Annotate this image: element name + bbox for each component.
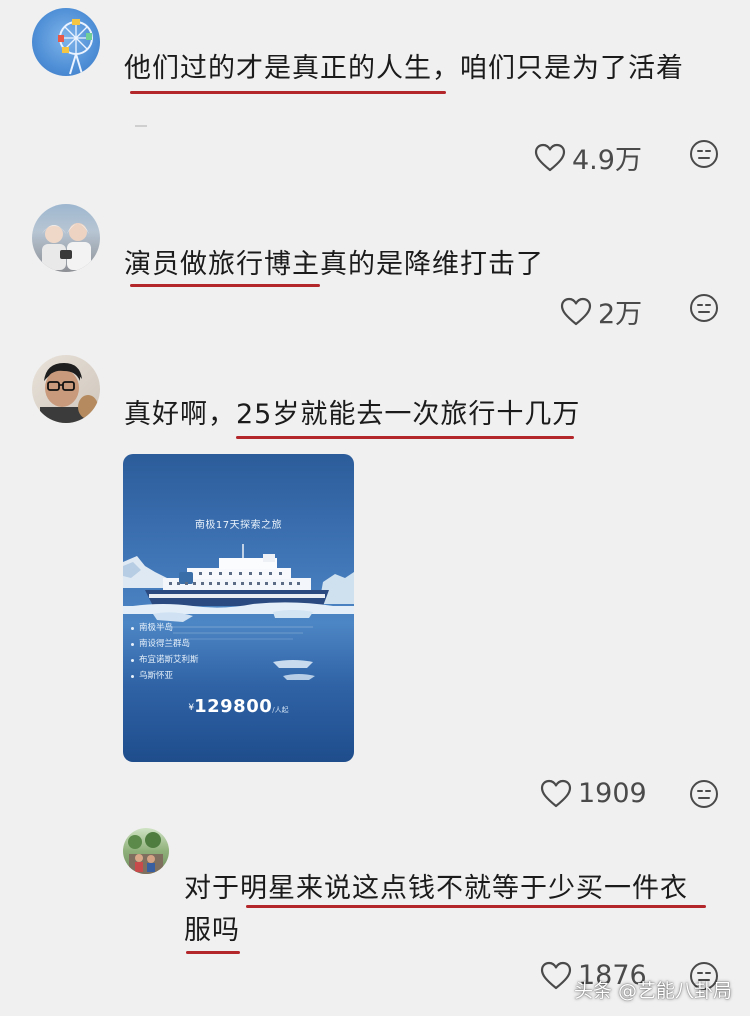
avatar[interactable] xyxy=(32,204,100,272)
highlight-underline xyxy=(186,951,240,954)
highlight-underline xyxy=(130,91,446,94)
react-button[interactable] xyxy=(689,779,719,813)
like-button[interactable]: 1909 xyxy=(540,778,647,809)
divider xyxy=(135,125,147,127)
route-item: 乌斯怀亚 xyxy=(131,668,199,684)
like-count: 2万 xyxy=(598,299,643,330)
outdoor-photo-icon xyxy=(128,832,163,874)
source-watermark: 头条 @艺能八卦局 xyxy=(573,980,732,1002)
couple-photo-icon xyxy=(42,223,91,270)
trip-title: 南极17天探索之旅 xyxy=(194,520,283,531)
route-item: 南极半岛 xyxy=(131,620,199,636)
ferris-wheel-icon xyxy=(58,19,93,75)
avatar[interactable] xyxy=(32,355,100,423)
route-item: 南设得兰群岛 xyxy=(131,636,199,652)
like-button[interactable]: 4.9万 xyxy=(534,138,642,177)
comment-actions: 1909 xyxy=(540,778,647,809)
comment-text: 演员做旅行博主真的是降维打击了 xyxy=(124,249,544,280)
avatar[interactable] xyxy=(32,8,100,76)
neutral-face-icon xyxy=(690,780,718,808)
neutral-face-icon xyxy=(690,140,718,168)
avatar[interactable] xyxy=(123,828,169,874)
highlight-underline xyxy=(130,284,320,287)
highlight-underline xyxy=(236,436,574,439)
like-count: 4.9万 xyxy=(572,145,642,176)
comment-actions: 2万 xyxy=(560,292,642,331)
heart-outline-icon xyxy=(534,143,566,171)
heart-outline-icon xyxy=(560,297,592,325)
trip-price: ¥129800/人起 xyxy=(188,696,289,717)
route-item: 布宜诺斯艾利斯 xyxy=(131,652,199,668)
like-count: 1909 xyxy=(578,778,647,809)
comment-text-continued: 服吗 xyxy=(184,915,240,946)
like-button[interactable]: 2万 xyxy=(560,292,642,331)
heart-outline-icon xyxy=(540,779,572,807)
comment-text: 他们过的才是真正的人生，咱们只是为了活着 xyxy=(124,53,684,84)
neutral-face-icon xyxy=(690,294,718,322)
attached-image[interactable]: 南极17天探索之旅 南极半岛 南设得兰群岛 布宜诺斯艾利斯 乌斯怀亚 ¥1298… xyxy=(123,454,354,762)
highlight-underline xyxy=(246,905,706,908)
react-button[interactable] xyxy=(689,139,719,173)
comment-text: 真好啊，25岁就能去一次旅行十几万 xyxy=(124,399,581,430)
react-button[interactable] xyxy=(689,293,719,327)
man-with-glasses-icon xyxy=(40,363,98,423)
heart-outline-icon xyxy=(540,961,572,989)
route-list: 南极半岛 南设得兰群岛 布宜诺斯艾利斯 乌斯怀亚 xyxy=(131,620,199,684)
comment-actions: 4.9万 xyxy=(534,138,642,177)
comment-feed: 他们过的才是真正的人生，咱们只是为了活着 4.9万 演员做旅行博主真的是降维打击… xyxy=(0,0,750,1016)
comment-text: 对于明星来说这点钱不就等于少买一件衣 xyxy=(184,873,688,904)
